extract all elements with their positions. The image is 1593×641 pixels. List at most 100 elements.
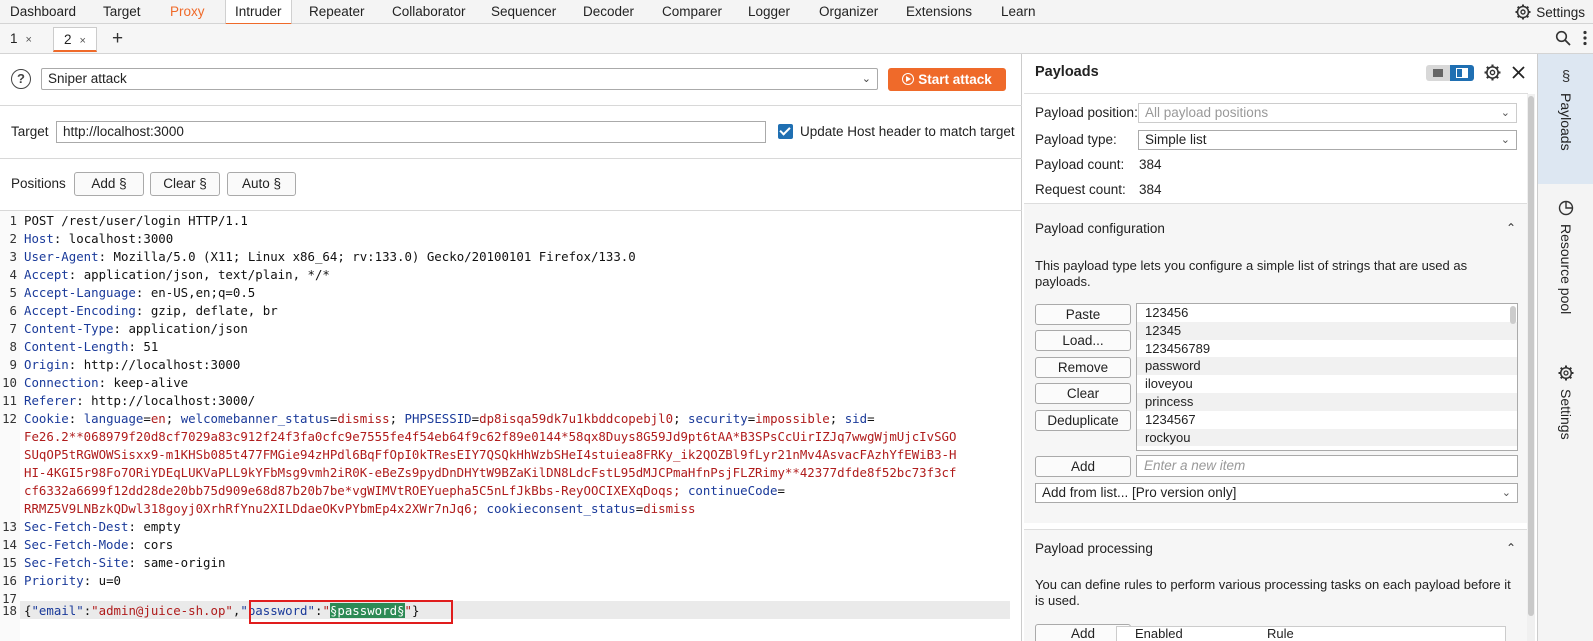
list-item[interactable]: rockyou [1137,428,1517,447]
menu-dashboard[interactable]: Dashboard [6,0,80,24]
add-item-button[interactable]: Add [1035,456,1131,477]
chevron-up-icon[interactable]: ⌃ [1506,541,1516,555]
header-value: same-origin [135,555,226,570]
list-item[interactable]: 123456789 [1137,340,1517,358]
payload-type-select[interactable]: Simple list ⌄ [1138,130,1517,150]
menu-target[interactable]: Target [99,0,145,24]
search-icon[interactable] [1555,30,1571,46]
positions-label: Positions [11,176,66,191]
menu-intruder[interactable]: Intruder [225,0,292,25]
list-item[interactable]: 12345 [1137,321,1517,340]
layout-toggle[interactable] [1426,65,1474,81]
load-button[interactable]: Load... [1035,330,1131,351]
settings-menu[interactable]: Settings [1515,0,1585,24]
section-title: Payload processing [1035,541,1153,556]
cookie-line: cf6332a6699f12dd28de20bb75d909e68d87b20b… [24,483,785,498]
more-options-icon[interactable] [1583,30,1587,46]
menu-collaborator[interactable]: Collaborator [388,0,470,24]
menu-organizer[interactable]: Organizer [815,0,882,24]
payload-position-label: Payload position: [1035,105,1138,120]
payload-list[interactable]: 123456 12345 123456789 password iloveyou… [1136,303,1518,451]
cookie-key: sid [844,411,868,426]
tab-1[interactable]: 1 × [0,27,42,51]
line-number: 2 [9,231,17,246]
panel-scrollbar[interactable] [1527,94,1535,641]
equals-sign: = [777,483,785,498]
target-url-input[interactable]: http://localhost:3000 [56,121,766,143]
sidetab-settings[interactable]: Settings [1538,357,1593,467]
list-item[interactable]: iloveyou [1137,375,1517,393]
cookie-line: Cookie: language=en; welcomebanner_statu… [24,411,875,426]
attack-type-select[interactable]: Sniper attack ⌄ [41,68,878,90]
list-item[interactable]: 123456 [1137,304,1517,322]
cookie-value: dp8isqa59dk7u1kbddcopebjl0 [479,411,674,426]
tab-label: 2 [64,32,72,47]
line-number: 13 [2,519,17,534]
sidetab-label: Resource pool [1558,224,1574,315]
menu-extensions[interactable]: Extensions [902,0,976,24]
header-line: Sec-Fetch-Dest: empty [24,519,181,534]
sidetab-resource-pool[interactable]: Resource pool [1538,192,1593,342]
request-line: POST /rest/user/login HTTP/1.1 [24,213,248,228]
gear-icon[interactable] [1484,64,1501,81]
list-layout-icon[interactable] [1426,65,1450,81]
annotation-highlight-box [249,600,453,624]
header-key: Priority [24,573,84,588]
sidetab-payloads[interactable]: § Payloads [1538,54,1593,184]
start-attack-label: Start attack [918,72,992,87]
close-icon[interactable]: × [26,34,32,46]
scrollbar-thumb[interactable] [1528,96,1534,616]
add-marker-button[interactable]: Add § [74,172,144,196]
close-icon[interactable]: × [80,35,86,47]
attack-type-value: Sniper attack [48,71,127,86]
line-number: 6 [9,303,17,318]
header-key: Origin [24,357,69,372]
tab-2[interactable]: 2 × [53,27,97,52]
clear-markers-button[interactable]: Clear § [150,172,220,196]
line-number: 8 [9,339,17,354]
header-key: Cookie [24,411,69,426]
request-editor[interactable]: 1 POST /rest/user/login HTTP/1.1 2 Host:… [0,211,1022,641]
list-item[interactable]: password [1137,357,1517,376]
close-icon[interactable] [1512,66,1525,79]
list-scrollbar[interactable] [1510,306,1516,324]
line-number: 7 [9,321,17,336]
line-number: 10 [2,375,17,390]
cookie-value: cf6332a6699f12dd28de20bb75d909e68d87b20b… [24,483,681,498]
auto-markers-button[interactable]: Auto § [227,172,296,196]
menu-learn[interactable]: Learn [997,0,1040,24]
cookie-value: SUqOP5tRGWOWSisxx9-m1KHSb085t477FMGie94z… [24,447,957,462]
menu-comparer[interactable]: Comparer [658,0,726,24]
menu-repeater[interactable]: Repeater [305,0,369,24]
line-number: 11 [2,393,17,408]
menu-decoder[interactable]: Decoder [579,0,638,24]
payload-count-value: 384 [1139,157,1162,172]
payload-count-label: Payload count: [1035,157,1125,172]
list-item[interactable]: princess [1137,392,1517,411]
line-number: 4 [9,267,17,282]
menu-sequencer[interactable]: Sequencer [487,0,560,24]
header-key: Sec-Fetch-Site [24,555,129,570]
chevron-up-icon[interactable]: ⌃ [1506,221,1516,235]
list-item[interactable]: 12345678 [1137,446,1517,450]
menu-logger[interactable]: Logger [744,0,794,24]
cookie-value: dismiss [643,501,696,516]
panel-layout-icon[interactable] [1450,65,1474,81]
help-icon[interactable]: ? [11,69,31,89]
list-item[interactable]: 1234567 [1137,411,1517,429]
clear-button[interactable]: Clear [1035,383,1131,404]
new-item-input[interactable]: Enter a new item [1136,455,1518,477]
remove-button[interactable]: Remove [1035,357,1131,378]
header-key: User-Agent [24,249,99,264]
update-host-checkbox[interactable] [778,124,793,139]
header-key: Sec-Fetch-Dest [24,519,129,534]
cookie-key: continueCode [687,483,778,498]
pie-chart-icon [1558,200,1574,216]
add-tab-button[interactable]: + [112,28,123,50]
processing-rules-table[interactable]: Enabled Rule [1116,626,1506,641]
add-from-list-select[interactable]: Add from list... [Pro version only] ⌄ [1035,483,1518,503]
paste-button[interactable]: Paste [1035,304,1131,325]
deduplicate-button[interactable]: Deduplicate [1035,410,1131,431]
menu-proxy[interactable]: Proxy [166,0,209,24]
start-attack-button[interactable]: Start attack [888,68,1006,91]
